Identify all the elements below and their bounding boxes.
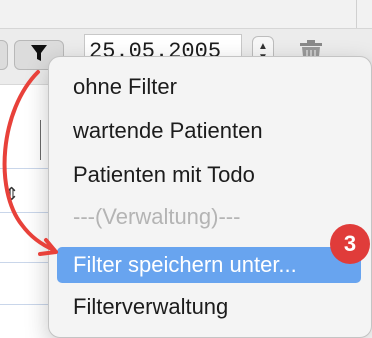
menu-item-filter-speichern-unter[interactable]: Filter speichern unter... [57,247,361,283]
top-strip [0,0,372,29]
previous-segment-button[interactable] [0,40,8,70]
menu-item-wartende-patienten[interactable]: wartende Patienten [57,113,361,149]
menu-item-filterverwaltung[interactable]: Filterverwaltung [57,289,361,325]
list-row-divider [0,262,50,263]
filter-menu: ohne Filter wartende Patienten Patienten… [48,56,372,338]
menu-item-ohne-filter[interactable]: ohne Filter [57,69,361,105]
column-divider [40,120,41,160]
menu-separator-verwaltung: ---(Verwaltung)--- [73,204,241,229]
filter-funnel-icon [30,43,48,68]
stepper-up-icon[interactable]: ▲ [258,41,268,52]
list-row-divider [0,212,50,213]
menu-item-patienten-mit-todo[interactable]: Patienten mit Todo [57,157,361,193]
list-row-divider [0,304,50,305]
toolbar-divider [356,0,357,28]
sort-arrows-icon[interactable]: ⇕ [4,184,19,205]
list-row-divider [0,168,50,169]
step-badge: 3 [330,224,370,264]
